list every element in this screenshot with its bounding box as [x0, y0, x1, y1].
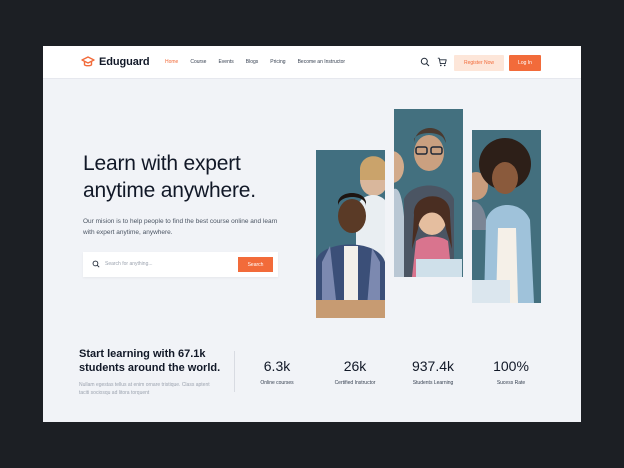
graduation-cap-icon [81, 56, 95, 67]
stat-students-learning: 937.4k Students Learning [398, 358, 468, 386]
stats-divider [234, 351, 235, 392]
navbar: Eduguard Home Course Events Blogs Pricin… [43, 46, 581, 79]
hero-subtitle: Our mision is to help people to find the… [83, 218, 278, 236]
nav-item-pricing[interactable]: Pricing [270, 59, 285, 65]
stats-title: Start learning with 67.1k students aroun… [79, 348, 221, 374]
brand-name: Eduguard [99, 56, 150, 68]
login-button[interactable]: Log In [509, 55, 541, 71]
landing-page: Eduguard Home Course Events Blogs Pricin… [43, 46, 581, 422]
hero-photo-left [316, 150, 385, 318]
search-icon [92, 260, 100, 268]
stat-label: Sucess Rate [496, 380, 526, 386]
hero-photo-right [472, 130, 541, 303]
stat-label: Certified Instructor [334, 380, 376, 386]
nav-icons [420, 57, 447, 67]
stat-success-rate: 100% Sucess Rate [476, 358, 546, 386]
hero-photo-middle [394, 109, 463, 277]
stat-value: 100% [493, 358, 529, 374]
stat-value: 937.4k [411, 358, 455, 374]
stat-value: 6.3k [263, 358, 291, 374]
hero-title: Learn with expert anytime anywhere. [83, 152, 256, 202]
stat-value: 26k [343, 358, 367, 374]
hero-photo-strip-middle [394, 109, 463, 277]
stat-certified-instructor: 26k Certified Instructor [320, 358, 390, 386]
nav-item-course[interactable]: Course [190, 59, 206, 65]
register-button[interactable]: Register Now [454, 55, 504, 71]
search-icon[interactable] [420, 57, 430, 67]
nav-item-events[interactable]: Events [218, 59, 233, 65]
stat-label: Students Learning [412, 380, 454, 386]
search-button[interactable]: Search [238, 257, 273, 272]
nav-item-become-instructor[interactable]: Become an Instructor [298, 59, 346, 65]
nav-item-blogs[interactable]: Blogs [246, 59, 259, 65]
cart-icon[interactable] [437, 57, 447, 67]
hero-photo-strip-right [472, 130, 541, 303]
hero-photo-strip-left [316, 150, 385, 318]
stat-label: Online courses [260, 380, 294, 386]
stat-online-courses: 6.3k Online courses [242, 358, 312, 386]
nav-item-home[interactable]: Home [165, 59, 178, 65]
main-menu: Home Course Events Blogs Pricing Become … [165, 59, 357, 65]
search-input[interactable] [105, 258, 225, 270]
logo[interactable]: Eduguard [81, 55, 150, 69]
stats-description: Nullam egestas tellus at enim ornare tri… [79, 382, 210, 396]
